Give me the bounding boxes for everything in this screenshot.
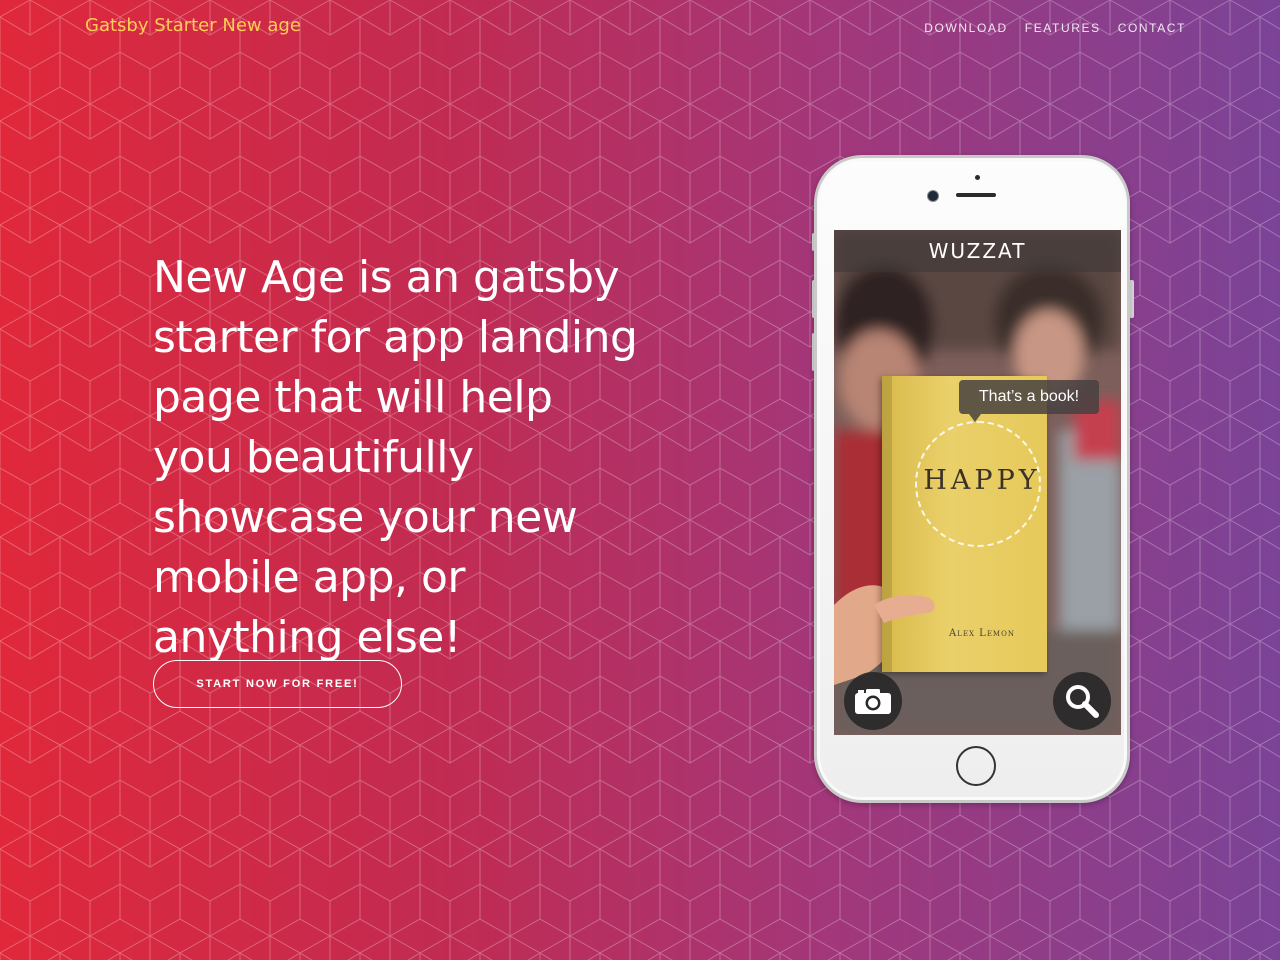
recognition-bubble: That’s a book! <box>959 380 1099 422</box>
search-icon <box>1066 685 1099 718</box>
navbar: Gatsby Starter New age DOWNLOAD FEATURES… <box>0 0 1280 56</box>
nav-links: DOWNLOAD FEATURES CONTACT <box>924 21 1186 35</box>
nav-link-contact[interactable]: CONTACT <box>1118 21 1186 35</box>
camera-button[interactable] <box>844 672 902 730</box>
phone-screen: WUZZAT HAPPY Alex Lemon That’s a book! <box>834 230 1121 735</box>
nav-link-download[interactable]: DOWNLOAD <box>924 21 1007 35</box>
phone-speaker <box>956 193 996 197</box>
nav-link-features[interactable]: FEATURES <box>1025 21 1101 35</box>
book-title: HAPPY <box>923 465 1041 496</box>
phone-home-button <box>956 746 996 786</box>
camera-icon <box>855 689 891 714</box>
brand-link[interactable]: Gatsby Starter New age <box>85 15 301 36</box>
phone-body: WUZZAT HAPPY Alex Lemon That’s a book! <box>814 155 1130 803</box>
hero-headline: New Age is an gatsby starter for app lan… <box>153 252 638 663</box>
start-now-button[interactable]: START NOW FOR FREE! <box>153 660 402 708</box>
phone-mockup: WUZZAT HAPPY Alex Lemon That’s a book! <box>812 155 1134 805</box>
phone-sensor <box>975 175 980 180</box>
phone-front-camera <box>928 191 938 201</box>
app-title-bar: WUZZAT <box>834 230 1121 272</box>
hand-thumb <box>874 595 935 623</box>
search-button[interactable] <box>1053 672 1111 730</box>
